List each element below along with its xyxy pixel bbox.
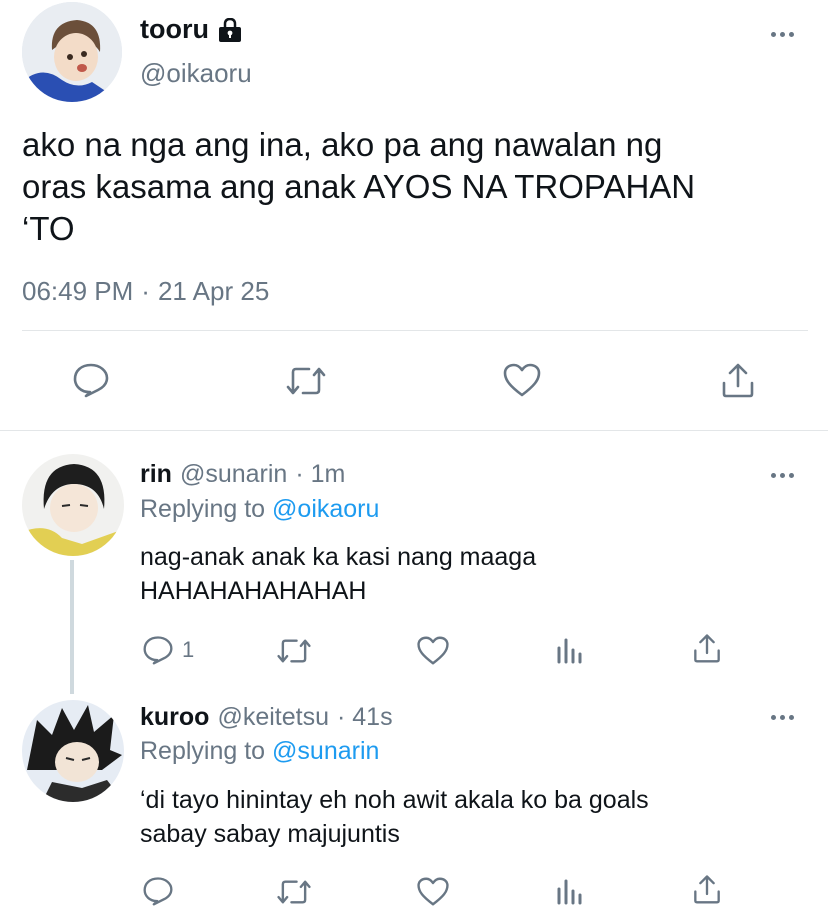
analytics-icon[interactable]	[556, 634, 584, 664]
lock-icon	[217, 17, 243, 42]
display-name[interactable]: rin	[140, 460, 172, 489]
retweet-icon[interactable]	[276, 877, 312, 907]
more-options-icon[interactable]	[771, 473, 794, 478]
replying-to: Replying to @sunarin	[140, 737, 379, 766]
replying-to-link[interactable]: @sunarin	[272, 737, 379, 765]
share-icon[interactable]	[720, 361, 756, 399]
time: 06:49 PM	[22, 276, 134, 306]
timestamp[interactable]: 06:49 PM · 21 Apr 25	[22, 276, 269, 307]
like-icon[interactable]	[416, 876, 450, 907]
more-options-icon[interactable]	[771, 715, 794, 720]
reply-icon[interactable]	[72, 362, 110, 398]
time-ago[interactable]: · 1m	[295, 460, 345, 489]
time-ago[interactable]: · 41s	[337, 703, 393, 732]
date: 21 Apr 25	[157, 276, 270, 306]
like-icon[interactable]	[502, 362, 542, 398]
reply-text-line: ‘di tayo hinintay eh noh awit akala ko b…	[140, 786, 649, 814]
handle[interactable]: @oikaoru	[140, 58, 252, 89]
share-icon[interactable]	[692, 632, 722, 664]
replying-to-link[interactable]: @oikaoru	[272, 495, 379, 523]
handle[interactable]: @sunarin	[180, 460, 287, 489]
reply-icon[interactable]: 1	[142, 635, 194, 665]
replying-label: Replying to	[140, 495, 266, 523]
display-name[interactable]: kuroo	[140, 703, 209, 732]
reply-text: nag-anak anak ka kasi nang maaga HAHAHAH…	[140, 540, 536, 608]
replying-to: Replying to @oikaoru	[140, 495, 379, 524]
reply-icon[interactable]	[142, 876, 174, 906]
avatar[interactable]	[22, 454, 124, 556]
tweet-text-line: oras kasama ang anak AYOS NA TROPAHAN	[22, 168, 696, 205]
reply-count: 1	[182, 637, 195, 662]
share-icon[interactable]	[692, 873, 722, 905]
avatar[interactable]	[22, 2, 122, 102]
reply-text: ‘di tayo hinintay eh noh awit akala ko b…	[140, 783, 649, 851]
like-icon[interactable]	[416, 635, 450, 666]
reply-text-line: sabay sabay majujuntis	[140, 820, 400, 848]
divider	[22, 330, 808, 331]
retweet-icon[interactable]	[285, 364, 327, 398]
separator: ·	[141, 276, 150, 306]
avatar[interactable]	[22, 700, 124, 802]
replying-label: Replying to	[140, 737, 266, 765]
thread-line	[70, 560, 74, 694]
tweet-text-line: ako na nga ang ina, ako pa ang nawalan n…	[22, 126, 663, 163]
divider	[0, 430, 828, 431]
display-name[interactable]: tooru	[140, 14, 209, 45]
reply-text-line: HAHAHAHAHAHAH	[140, 577, 367, 605]
tweet-text-line: ‘TO	[22, 210, 75, 247]
retweet-icon[interactable]	[276, 636, 312, 666]
reply-text-line: nag-anak anak ka kasi nang maaga	[140, 543, 537, 571]
tweet-text: ako na nga ang ina, ako pa ang nawalan n…	[22, 124, 695, 250]
more-options-icon[interactable]	[771, 32, 794, 37]
handle[interactable]: @keitetsu	[217, 703, 329, 732]
analytics-icon[interactable]	[556, 875, 584, 905]
